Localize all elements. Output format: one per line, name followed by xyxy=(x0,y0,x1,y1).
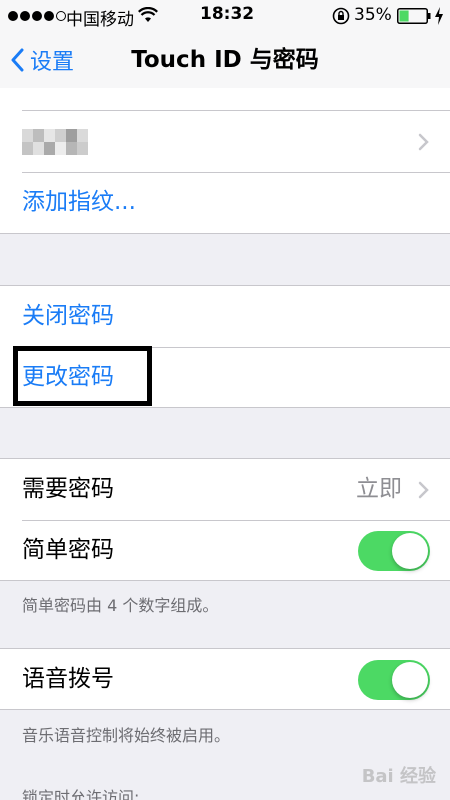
add-fingerprint-label: 添加指纹... xyxy=(22,189,136,215)
toggle-knob xyxy=(392,533,428,569)
simple-passcode-label: 简单密码 xyxy=(22,537,114,563)
back-button[interactable]: 设置 xyxy=(10,40,74,80)
watermark-logo: Bai 经验 xyxy=(361,766,436,787)
navigation-bar: 设置 Touch ID 与密码 xyxy=(0,32,450,88)
toggle-knob xyxy=(392,662,428,698)
carrier-name: 中国移动 xyxy=(66,10,134,30)
require-passcode-value: 立即 xyxy=(356,476,402,502)
signal-strength-icon xyxy=(8,10,66,22)
simple-passcode-note: 简单密码由 4 个数字组成。 xyxy=(22,596,219,615)
chevron-right-icon xyxy=(418,481,429,499)
fingerprint-row[interactable] xyxy=(0,111,450,172)
back-button-label: 设置 xyxy=(30,50,75,75)
pixelated-fingerprint-name xyxy=(22,129,88,155)
battery-percent: 35% xyxy=(354,5,392,25)
voice-dial-row: 语音拨号 xyxy=(0,649,450,710)
clock: 18:32 xyxy=(200,4,255,24)
voice-dial-note: 音乐语音控制将始终被启用。 xyxy=(22,726,231,745)
simple-passcode-row: 简单密码 xyxy=(0,520,450,581)
change-passcode-row[interactable]: 更改密码 xyxy=(0,347,450,408)
passcode-group: 关闭密码 更改密码 xyxy=(0,285,450,408)
turn-off-passcode-row[interactable]: 关闭密码 xyxy=(0,286,450,347)
require-passcode-group: 需要密码 立即 简单密码 xyxy=(0,458,450,581)
change-passcode-label: 更改密码 xyxy=(22,364,114,390)
rotation-lock-icon xyxy=(332,7,350,25)
charging-icon xyxy=(435,7,443,25)
allow-when-locked-header: 锁定时允许访问: xyxy=(22,788,140,800)
chevron-left-icon xyxy=(11,48,24,72)
chevron-right-icon xyxy=(418,133,429,151)
require-passcode-row[interactable]: 需要密码 立即 xyxy=(0,459,450,520)
status-bar: 中国移动 18:32 35% xyxy=(0,0,450,32)
voice-dial-toggle[interactable] xyxy=(358,660,430,700)
turn-off-passcode-label: 关闭密码 xyxy=(22,303,114,329)
battery-icon xyxy=(397,8,431,24)
wifi-icon xyxy=(138,7,158,22)
voice-dial-group: 语音拨号 xyxy=(0,648,450,710)
simple-passcode-toggle[interactable] xyxy=(358,531,430,571)
add-fingerprint-row[interactable]: 添加指纹... xyxy=(0,172,450,233)
voice-dial-label: 语音拨号 xyxy=(22,666,114,692)
fingerprint-group: 添加指纹... xyxy=(0,88,450,234)
require-passcode-label: 需要密码 xyxy=(22,476,114,502)
settings-screen: 中国移动 18:32 35% 设置 Touch ID 与密码 添加指纹... 关… xyxy=(0,0,450,800)
